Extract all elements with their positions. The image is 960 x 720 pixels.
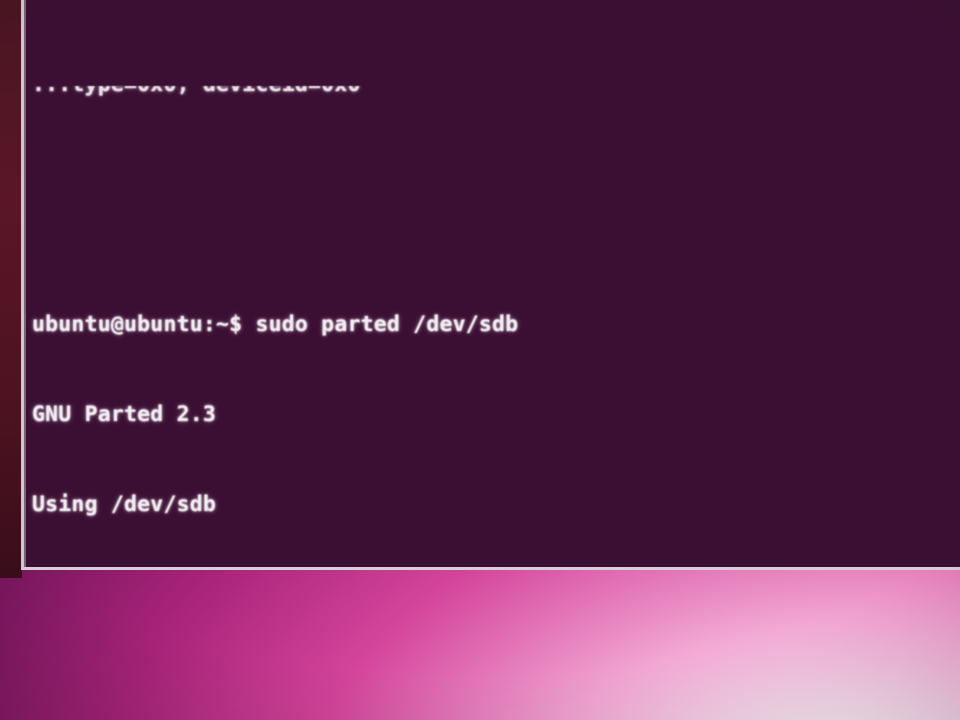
- terminal-prompt-line: ubuntu@ubuntu:~$ sudo parted /dev/sdb: [32, 312, 519, 337]
- terminal-using-line: Using /dev/sdb: [32, 492, 217, 517]
- desktop-left-edge: [0, 0, 22, 578]
- desktop-screenshot: ...type=0x0, deviceid=0x0 ubuntu@ubuntu:…: [0, 0, 960, 720]
- terminal-line-clipped: ...type=0x0, deviceid=0x0: [32, 86, 960, 100]
- terminal-version-line: GNU Parted 2.3: [32, 402, 217, 427]
- terminal-window[interactable]: ...type=0x0, deviceid=0x0 ubuntu@ubuntu:…: [21, 0, 960, 570]
